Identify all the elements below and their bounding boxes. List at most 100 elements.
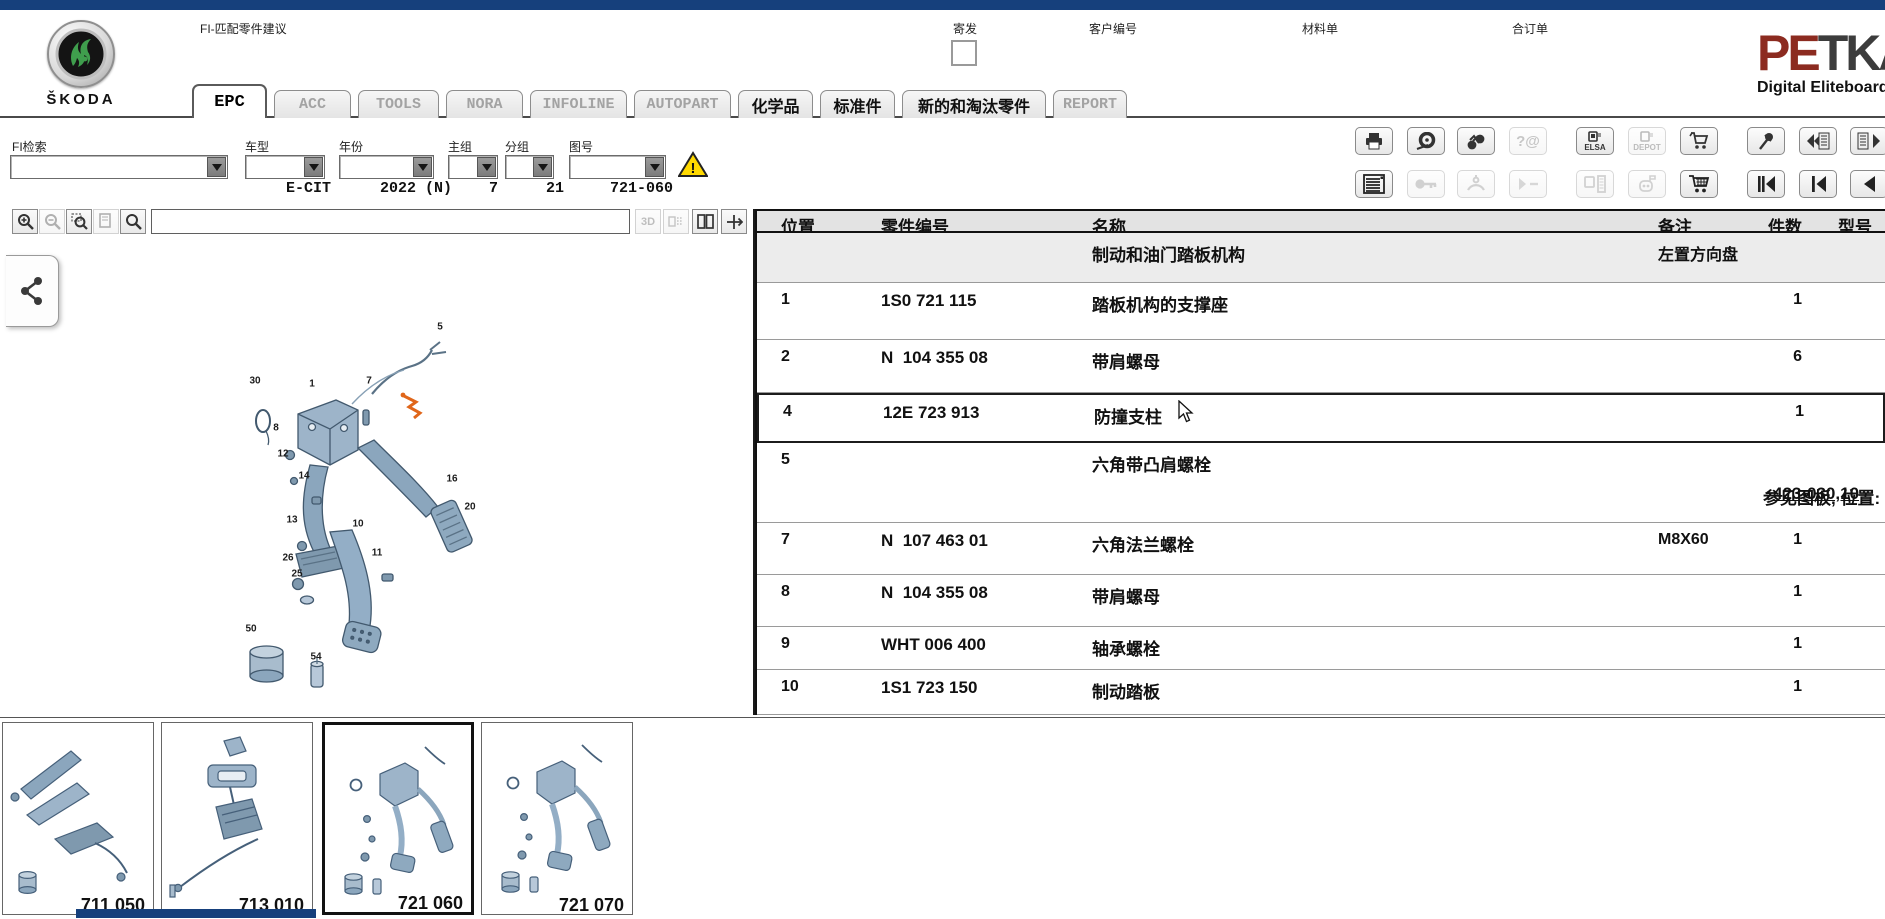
name-cell: 轴承螺栓 <box>1092 635 1160 660</box>
table-row[interactable]: 制动和油门踏板机构 左置方向盘 <box>757 233 1885 283</box>
zoom-in-icon[interactable] <box>12 209 38 234</box>
table-row[interactable]: 7 N 107 463 01 六角法兰螺栓 M8X60 1 <box>757 523 1885 575</box>
name-cell: 六角带凸肩螺栓 <box>1092 451 1211 476</box>
handbrake-thumbnail-icon <box>3 727 153 907</box>
name-cell: 踏板机构的支撑座 <box>1092 291 1228 316</box>
gearshift-thumbnail-icon <box>162 727 312 907</box>
part-number-cell: 1S0 721 115 <box>881 291 976 311</box>
table-row[interactable]: 10 1S1 723 150 制动踏板 1 <box>757 670 1885 715</box>
grid-icon <box>663 209 689 234</box>
zoom-area-icon[interactable] <box>66 209 92 234</box>
assistant-button <box>1457 170 1495 198</box>
part-number-cell: N 104 355 08 <box>881 583 988 603</box>
illustration-thumbnails: 711 050 <box>0 717 1885 919</box>
part-number-cell: N 104 355 08 <box>881 348 988 368</box>
prev-document-button[interactable] <box>1799 127 1837 155</box>
pin-button[interactable] <box>1747 127 1785 155</box>
order-cart-button[interactable] <box>1680 127 1718 155</box>
key-button <box>1407 170 1445 198</box>
table-row[interactable]: 1 1S0 721 115 踏板机构的支撑座 1 <box>757 283 1885 340</box>
position-cell: 5 <box>781 451 790 469</box>
table-row[interactable]: 5 六角带凸肩螺栓 参见图板, 位置:423-030,10 <box>757 443 1885 523</box>
nav-back-button[interactable] <box>1850 170 1885 198</box>
name-cell: 带肩螺母 <box>1092 348 1160 373</box>
name-cell: 六角法兰螺栓 <box>1092 531 1194 556</box>
remark-cell: 左置方向盘 <box>1658 241 1738 265</box>
main-tabs: EPC ACC TOOLS NORA INFOLINE AUTOPART 化学品… <box>192 84 1127 118</box>
tab[interactable]: 化学品 <box>738 90 813 118</box>
tab[interactable]: REPORT <box>1053 90 1127 118</box>
position-cell: 9 <box>781 635 790 653</box>
tab[interactable]: ACC <box>274 90 351 118</box>
tab[interactable]: 新的和淘汰零件 <box>902 90 1046 118</box>
position-cell: 7 <box>781 531 790 549</box>
dispatch-checkbox[interactable] <box>951 40 977 66</box>
table-row[interactable]: 4 12E 723 913 防撞支柱 1 <box>757 393 1885 443</box>
part-number-cell: N 107 463 01 <box>881 531 988 551</box>
elsa-button-label: ELSA <box>1584 144 1605 152</box>
thumbnail-caption: 721 070 <box>559 895 624 916</box>
illustration-link[interactable]: 423-030,10 <box>1773 484 1859 504</box>
parts-table: 位置 零件编号 名称 备注 件数 型号 制动和油门踏板机构 左置方向盘 <box>755 209 1885 715</box>
remark-cell: M8X60 <box>1658 531 1709 549</box>
tab[interactable]: AUTOPART <box>634 90 731 118</box>
petka-logo-subtitle: Digital Eliteboard <box>1757 80 1885 96</box>
pedals-thumbnail-icon <box>482 727 632 907</box>
dispatch-label: 寄发 <box>953 20 977 37</box>
thumbnail-caption: 721 060 <box>398 893 463 914</box>
nav-first-button[interactable] <box>1747 170 1785 198</box>
quantity-cell: 1 <box>1747 291 1802 309</box>
position-cell: 8 <box>781 583 790 601</box>
play-collapse-button <box>1509 170 1547 198</box>
quantity-cell: 1 <box>1749 403 1804 421</box>
position-cell: 2 <box>781 348 790 366</box>
thumbnail-panel[interactable]: 713 010 <box>161 722 313 915</box>
mouse-cursor <box>1178 400 1194 424</box>
position-cell: 10 <box>781 678 799 696</box>
tab[interactable]: EPC <box>192 84 267 118</box>
quantity-cell: 1 <box>1747 531 1802 549</box>
next-document-button[interactable] <box>1850 127 1885 155</box>
threed-view-button: 3D <box>635 209 661 234</box>
thumbnail-panel[interactable]: 711 050 <box>2 722 154 915</box>
terminal-list-button <box>1576 170 1614 198</box>
part-number-cell: WHT 006 400 <box>881 635 986 655</box>
table-row[interactable]: 9 WHT 006 400 轴承螺栓 1 <box>757 627 1885 670</box>
tab[interactable]: 标准件 <box>820 90 895 118</box>
depot-button: DEPOT <box>1628 127 1666 155</box>
part-number-cell: 1S1 723 150 <box>881 678 977 698</box>
tab[interactable]: TOOLS <box>358 90 439 118</box>
table-row[interactable]: 8 N 104 355 08 带肩螺母 1 <box>757 575 1885 627</box>
combined-order-label: 合订单 <box>1512 20 1548 37</box>
binoculars-search-button[interactable] <box>1457 127 1495 155</box>
tab[interactable]: NORA <box>446 90 523 118</box>
tab[interactable]: INFOLINE <box>530 90 627 118</box>
depot-button-label: DEPOT <box>1633 144 1661 152</box>
quantity-cell: 1 <box>1747 678 1802 696</box>
list-view-button[interactable] <box>1355 170 1393 198</box>
nav-prev-button[interactable] <box>1799 170 1837 198</box>
print-button[interactable] <box>1355 127 1393 155</box>
position-cell: 4 <box>783 403 792 421</box>
material-list-label: 材料单 <box>1302 20 1338 37</box>
customer-number-label: 客户编号 <box>1089 20 1137 37</box>
thumbnail-panel[interactable]: 721 060 <box>322 722 474 915</box>
help-at-button: ?@ <box>1509 127 1547 155</box>
name-cell: 防撞支柱 <box>1094 403 1162 428</box>
split-view-icon[interactable] <box>692 209 718 234</box>
viewer-search-input[interactable] <box>151 209 630 234</box>
name-cell: 制动和油门踏板机构 <box>1092 241 1245 266</box>
thumbnail-panel[interactable]: 721 070 <box>481 722 633 915</box>
parts-rows: 制动和油门踏板机构 左置方向盘 1 1S0 721 115 踏板机构的支撑座 1 <box>757 233 1885 715</box>
quantity-cell: 1 <box>1747 635 1802 653</box>
tire-service-button[interactable] <box>1407 127 1445 155</box>
parts-table-header: 位置 零件编号 名称 备注 件数 型号 <box>757 209 1885 233</box>
position-cell: 1 <box>781 291 790 309</box>
elsa-button[interactable]: ELSA <box>1576 127 1614 155</box>
fit-width-icon[interactable] <box>721 209 747 234</box>
table-row[interactable]: 2 N 104 355 08 带肩螺母 6 <box>757 340 1885 393</box>
magnifier-icon[interactable] <box>120 209 146 234</box>
pedals-thumbnail-icon <box>325 729 475 909</box>
name-cell: 制动踏板 <box>1092 678 1160 703</box>
shopping-cart-button[interactable] <box>1680 170 1718 198</box>
